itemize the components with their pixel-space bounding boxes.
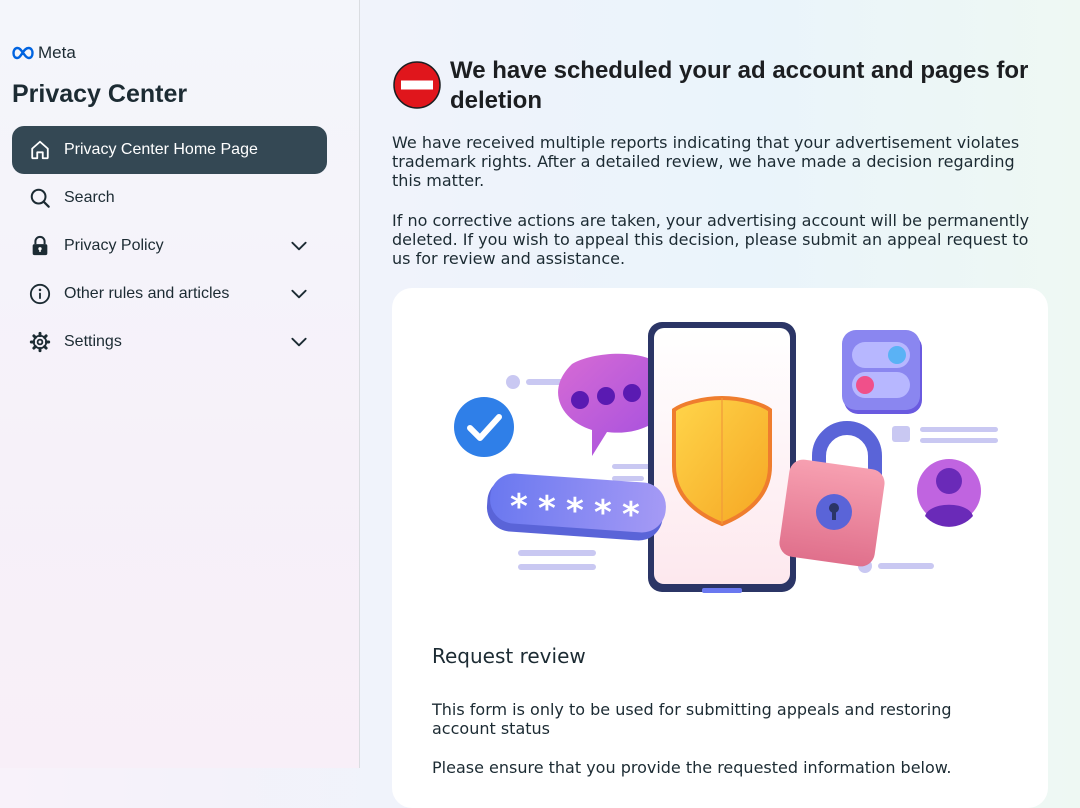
gear-icon — [28, 330, 52, 354]
sidebar: Meta Privacy Center Privacy Center Home … — [0, 0, 360, 768]
sidebar-nav: Privacy Center Home Page Search Privacy … — [12, 126, 327, 366]
review-card: * * * * * Request review This form is only t… — [392, 288, 1048, 808]
sidebar-item-search[interactable]: Search — [12, 174, 327, 222]
sidebar-item-label: Settings — [64, 333, 122, 350]
sidebar-item-home[interactable]: Privacy Center Home Page — [12, 126, 327, 174]
sidebar-item-label: Privacy Policy — [64, 237, 164, 254]
card-description: This form is only to be used for submitt… — [432, 700, 952, 738]
brand-name: Meta — [38, 43, 76, 62]
svg-text:*: * — [510, 487, 528, 527]
chevron-down-icon[interactable] — [287, 282, 311, 306]
svg-text:*: * — [538, 489, 556, 529]
svg-text:*: * — [622, 495, 640, 535]
sidebar-item-label: Privacy Center Home Page — [64, 141, 258, 158]
sidebar-title: Privacy Center — [12, 80, 188, 108]
sidebar-item-privacy-policy[interactable]: Privacy Policy — [12, 222, 327, 270]
search-icon — [28, 186, 52, 210]
svg-text:*: * — [566, 491, 584, 531]
lock-icon — [28, 234, 52, 258]
sidebar-item-other-rules[interactable]: Other rules and articles — [12, 270, 327, 318]
notice-paragraph: We have received multiple reports indica… — [392, 133, 1020, 190]
chevron-down-icon[interactable] — [287, 234, 311, 258]
svg-text:*: * — [594, 493, 612, 533]
meta-infinity-icon — [12, 46, 34, 60]
info-icon — [28, 282, 52, 306]
card-heading: Request review — [432, 644, 586, 668]
page-header: We have scheduled your ad account and pa… — [392, 56, 1048, 116]
sidebar-item-label: Search — [64, 189, 115, 206]
no-entry-icon — [393, 61, 441, 109]
page-title: We have scheduled your ad account and pa… — [450, 57, 1029, 114]
chevron-down-icon[interactable] — [287, 330, 311, 354]
notice-paragraph: If no corrective actions are taken, your… — [392, 211, 1030, 268]
sidebar-item-label: Other rules and articles — [64, 285, 230, 302]
sidebar-item-settings[interactable]: Settings — [12, 318, 327, 366]
home-icon — [28, 138, 52, 162]
security-illustration: * * * * * — [454, 322, 998, 593]
meta-logo[interactable]: Meta — [12, 43, 76, 63]
